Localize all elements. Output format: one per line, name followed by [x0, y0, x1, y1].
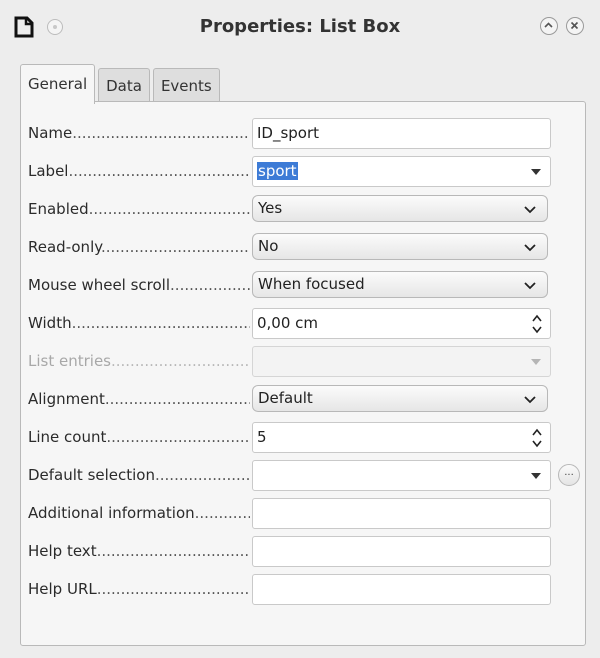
property-row-default-selection: Default selection.......................…	[21, 456, 587, 494]
help-text-input[interactable]	[252, 536, 551, 567]
label-combobox[interactable]: sport	[252, 156, 551, 187]
additional-information-input[interactable]	[252, 498, 551, 529]
mouse-wheel-scroll-dropdown[interactable]: When focused	[252, 271, 548, 298]
tab-events[interactable]: Events	[152, 68, 220, 104]
line-count-spinbox[interactable]: 5	[252, 422, 551, 453]
width-spinbox[interactable]: 0,00 cm	[252, 308, 551, 339]
property-label: Label...................................…	[28, 162, 250, 180]
spin-updown-icon[interactable]	[530, 312, 544, 336]
property-row-name: Name....................................…	[21, 114, 587, 152]
property-row-help-text: Help text...............................…	[21, 532, 587, 570]
chevron-down-icon	[524, 396, 536, 404]
dropdown-value: Yes	[258, 199, 283, 217]
property-row-read-only: Read-only...............................…	[21, 228, 587, 266]
tab-data[interactable]: Data	[98, 68, 150, 104]
dropdown-value: When focused	[258, 275, 365, 293]
property-row-width: Width...................................…	[21, 304, 587, 342]
property-label: Read-only...............................…	[28, 238, 250, 256]
help-url-input[interactable]	[252, 574, 551, 605]
dropdown-arrow-icon	[531, 359, 541, 365]
property-label: Help text...............................…	[28, 542, 250, 560]
property-row-enabled: Enabled.................................…	[21, 190, 587, 228]
property-row-label: Label...................................…	[21, 152, 587, 190]
title-bar: Properties: List Box	[0, 0, 600, 62]
property-label: Alignment...............................…	[28, 390, 250, 408]
spin-updown-icon[interactable]	[530, 426, 544, 450]
property-label: Width...................................…	[28, 314, 250, 332]
chevron-up-icon	[544, 22, 553, 28]
dropdown-value: No	[258, 237, 279, 255]
read-only-dropdown[interactable]: No	[252, 233, 548, 260]
property-row-alignment: Alignment...............................…	[21, 380, 587, 418]
property-label: Name....................................…	[28, 124, 250, 142]
dropdown-value: Default	[258, 389, 313, 407]
enabled-dropdown[interactable]: Yes	[252, 195, 548, 222]
close-icon	[570, 21, 579, 30]
close-button[interactable]	[566, 17, 584, 35]
property-label: Default selection.......................…	[28, 466, 250, 484]
property-row-list-entries: List entries............................…	[21, 342, 587, 380]
ellipsis-button[interactable]: ...	[558, 464, 580, 486]
property-label: Enabled.................................…	[28, 200, 250, 218]
selected-text: sport	[257, 162, 298, 180]
general-properties-panel: Name....................................…	[20, 101, 586, 646]
chevron-down-icon	[524, 282, 536, 290]
tab-general[interactable]: General	[20, 64, 96, 104]
maximize-button[interactable]	[540, 17, 558, 35]
property-label: Line count..............................…	[28, 428, 250, 446]
spin-value: 0,00 cm	[257, 314, 319, 332]
property-row-additional-information: Additional information..................…	[21, 494, 587, 532]
tab-bar: General Data Events	[20, 64, 223, 104]
alignment-dropdown[interactable]: Default	[252, 385, 548, 412]
property-label: Additional information..................…	[28, 504, 250, 522]
property-label: Help URL................................…	[28, 580, 250, 598]
default-selection-combobox[interactable]	[252, 460, 551, 491]
property-row-line-count: Line count..............................…	[21, 418, 587, 456]
property-label: Mouse wheel scroll......................…	[28, 276, 250, 294]
property-row-help-url: Help URL................................…	[21, 570, 587, 608]
spin-value: 5	[257, 428, 267, 446]
property-label: List entries............................…	[28, 352, 250, 370]
property-row-mouse-wheel-scroll: Mouse wheel scroll......................…	[21, 266, 587, 304]
chevron-down-icon	[524, 206, 536, 214]
dropdown-arrow-icon[interactable]	[522, 157, 550, 186]
chevron-down-icon	[524, 244, 536, 252]
window-title: Properties: List Box	[199, 16, 401, 37]
name-input[interactable]: ID_sport	[252, 118, 551, 149]
dropdown-arrow-icon[interactable]	[522, 461, 550, 490]
list-entries-combobox	[252, 346, 551, 377]
